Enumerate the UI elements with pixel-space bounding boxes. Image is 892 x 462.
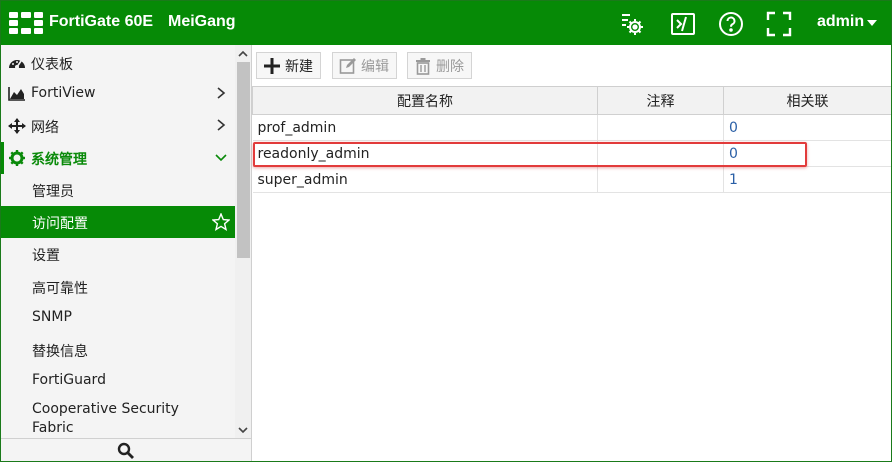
cell-references[interactable]: 0 — [723, 114, 891, 141]
sidebar-item-label: 系统管理 — [31, 152, 87, 168]
column-header-comments[interactable]: 注释 — [597, 86, 724, 115]
app-window: FortiGate 60E MeiGang admin 仪表板 FortiVie… — [0, 0, 892, 462]
user-menu[interactable]: admin — [817, 13, 878, 31]
chevron-down-icon — [215, 150, 227, 164]
sidebar-nav: 仪表板 FortiView 网络 系统管理 管理员 访问配置 设置 高可靠性 S… — [1, 45, 235, 438]
table-row[interactable]: prof_admin 0 — [252, 114, 891, 141]
sidebar-search[interactable] — [1, 438, 251, 461]
sidebar: 仪表板 FortiView 网络 系统管理 管理员 访问配置 设置 高可靠性 S… — [1, 45, 252, 461]
gear-icon — [8, 150, 26, 166]
star-favorite-icon[interactable] — [211, 212, 231, 231]
create-new-label: 新建 — [285, 58, 313, 75]
sidebar-item-label: FortiView — [31, 85, 96, 101]
cell-name: prof_admin — [252, 114, 598, 141]
table-row[interactable]: readonly_admin 0 — [252, 140, 891, 167]
sidebar-item-admin-profiles[interactable]: 访问配置 — [1, 206, 235, 238]
fortinet-logo[interactable] — [9, 12, 43, 34]
sidebar-item-label: 替换信息 — [32, 344, 88, 360]
hostname: MeiGang — [168, 13, 236, 30]
profiles-table: 配置名称 注释 相关联 prof_admin 0 readonly_admin … — [252, 86, 891, 193]
sidebar-item-ha[interactable]: 高可靠性 — [1, 271, 235, 303]
trash-icon — [416, 57, 430, 75]
plus-icon — [264, 57, 280, 74]
sidebar-item-administrators[interactable]: 管理员 — [1, 174, 235, 206]
cell-comment — [597, 166, 724, 193]
column-header-name[interactable]: 配置名称 — [252, 86, 598, 115]
fullscreen-icon[interactable] — [766, 11, 792, 37]
cell-name: readonly_admin — [252, 140, 598, 167]
delete-button[interactable]: 删除 — [407, 52, 472, 79]
sidebar-item-label: Cooperative Security Fabric — [32, 401, 179, 436]
sidebar-item-label: 网络 — [31, 120, 59, 136]
top-bar: FortiGate 60E MeiGang admin — [1, 1, 891, 45]
cell-comment — [597, 114, 724, 141]
edit-icon — [339, 57, 356, 74]
search-icon[interactable] — [117, 442, 135, 460]
sidebar-item-system[interactable]: 系统管理 — [1, 142, 235, 174]
sidebar-item-dashboard[interactable]: 仪表板 — [1, 47, 235, 79]
sidebar-item-label: FortiGuard — [32, 372, 106, 388]
sidebar-item-network[interactable]: 网络 — [1, 110, 235, 142]
dashboard-icon — [8, 55, 26, 71]
main-content: 新建 编辑 删除 配置名称 注释 相关联 prof_admin 0 readon… — [252, 45, 891, 461]
help-icon[interactable] — [718, 11, 744, 37]
scrollbar-thumb[interactable] — [237, 62, 250, 258]
sidebar-item-snmp[interactable]: SNMP — [1, 302, 235, 334]
table-row[interactable]: super_admin 1 — [252, 166, 891, 193]
cli-console-icon[interactable] — [670, 11, 696, 37]
sidebar-item-label: 设置 — [32, 248, 60, 264]
edit-button[interactable]: 编辑 — [332, 52, 397, 79]
sidebar-item-label: SNMP — [32, 309, 72, 325]
sidebar-item-replacement-messages[interactable]: 替换信息 — [1, 334, 235, 366]
sidebar-item-label: 高可靠性 — [32, 281, 88, 297]
sidebar-item-fortiview[interactable]: FortiView — [1, 78, 235, 110]
edit-label: 编辑 — [361, 58, 389, 75]
sidebar-item-label: 访问配置 — [32, 216, 88, 232]
sidebar-scrollbar[interactable] — [235, 45, 251, 438]
user-name: admin — [817, 13, 865, 30]
active-indicator — [1, 142, 4, 174]
delete-label: 删除 — [436, 58, 464, 75]
scroll-down-icon[interactable] — [235, 423, 251, 437]
product-name: FortiGate 60E — [49, 13, 154, 30]
caret-down-icon — [867, 20, 878, 26]
cell-references[interactable]: 1 — [723, 166, 891, 193]
settings-scan-icon[interactable] — [620, 11, 646, 37]
cell-name: super_admin — [252, 166, 598, 193]
chevron-right-icon — [215, 86, 227, 100]
sidebar-item-label: 管理员 — [32, 184, 74, 200]
network-icon — [8, 118, 26, 134]
toolbar: 新建 编辑 删除 — [252, 45, 891, 85]
scroll-up-icon[interactable] — [235, 47, 251, 61]
column-header-references[interactable]: 相关联 — [723, 86, 891, 115]
chevron-right-icon — [215, 118, 227, 132]
fortiview-icon — [8, 86, 26, 102]
sidebar-item-fortiguard[interactable]: FortiGuard — [1, 365, 235, 397]
cell-references[interactable]: 0 — [723, 140, 891, 167]
cell-comment — [597, 140, 724, 167]
sidebar-item-label: 仪表板 — [31, 57, 73, 73]
sidebar-item-security-fabric[interactable]: Cooperative Security Fabric — [1, 397, 235, 438]
create-new-button[interactable]: 新建 — [256, 52, 321, 79]
sidebar-item-settings[interactable]: 设置 — [1, 238, 235, 270]
table-header-row: 配置名称 注释 相关联 — [252, 86, 891, 115]
